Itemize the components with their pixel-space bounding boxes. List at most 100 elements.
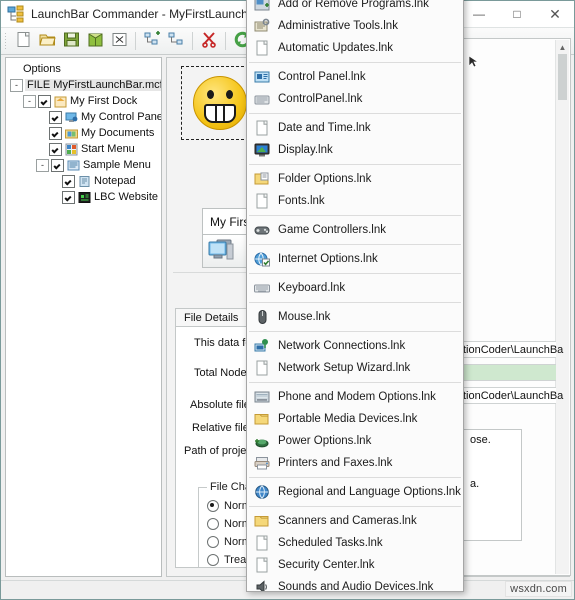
menu-item[interactable]: Scanners and Cameras.lnk	[247, 510, 463, 532]
tree-node-checkbox[interactable]	[62, 174, 75, 188]
smiley-mouth	[204, 104, 236, 123]
menu-item[interactable]: Control Panel.lnk	[247, 66, 463, 88]
tree-expander-icon[interactable]: -	[23, 94, 36, 108]
speaker-icon	[254, 579, 270, 591]
node-tree-icon	[168, 31, 185, 51]
phone-modem-icon	[254, 389, 270, 405]
menu-item-label: Keyboard.lnk	[278, 282, 346, 294]
radio-treat-the-1[interactable]	[207, 553, 219, 566]
menu-item-label: Regional and Language Options.lnk	[278, 486, 461, 498]
menu-item[interactable]: Game Controllers.lnk	[247, 219, 463, 241]
add-node-icon	[144, 31, 161, 51]
background-scrollbar[interactable]: ▲	[555, 40, 569, 574]
close-file-button[interactable]	[108, 30, 130, 52]
menu-item[interactable]: Internet Options.lnk	[247, 248, 463, 270]
tree-node[interactable]: - My First Dock	[8, 93, 161, 109]
notepad-icon	[78, 175, 91, 188]
window-controls: — □ ✕	[460, 1, 574, 27]
menu-item-label: Portable Media Devices.lnk	[278, 413, 418, 425]
menu-item[interactable]: Scheduled Tasks.lnk	[247, 532, 463, 554]
menu-item-label: Scheduled Tasks.lnk	[278, 537, 383, 549]
tree-node-label: LBC Website	[94, 191, 158, 203]
tree-node[interactable]: - Sample Menu	[8, 157, 161, 173]
menu-item[interactable]: Date and Time.lnk	[247, 117, 463, 139]
menu-item[interactable]: Network Connections.lnk	[247, 335, 463, 357]
menu-separator	[249, 215, 461, 216]
menu-item-label: Printers and Faxes.lnk	[278, 457, 393, 469]
tree-node[interactable]: LBC Website	[8, 189, 161, 205]
tree-node-checkbox[interactable]	[49, 142, 62, 156]
menu-item[interactable]: Administrative Tools.lnk	[247, 15, 463, 37]
toolbar-separator-3	[225, 32, 226, 50]
menu-item-label: Power Options.lnk	[278, 435, 372, 447]
toolbar-grip[interactable]	[4, 32, 8, 50]
menu-item[interactable]: Phone and Modem Options.lnk	[247, 386, 463, 408]
scrollbar-thumb[interactable]	[558, 54, 567, 100]
menu-item[interactable]: Keyboard.lnk	[247, 277, 463, 299]
tree-node-checkbox[interactable]	[49, 110, 62, 124]
tab-file-details[interactable]: File Details	[175, 308, 248, 327]
radio-normal-file-2[interactable]	[207, 517, 219, 530]
menu-item[interactable]: Printers and Faxes.lnk	[247, 452, 463, 474]
lnk-context-menu[interactable]: Add or Remove Programs.lnk Administrative…	[246, 0, 464, 592]
add-node-button[interactable]	[141, 30, 163, 52]
tree-node-checkbox[interactable]	[38, 94, 51, 108]
menu-item[interactable]: ControlPanel.lnk	[247, 88, 463, 110]
maximize-button[interactable]: □	[498, 1, 536, 27]
menu-item[interactable]: Sounds and Audio Devices.lnk	[247, 576, 463, 591]
menu-item[interactable]: Display.lnk	[247, 139, 463, 161]
radio-normal-file-3[interactable]	[207, 535, 219, 548]
tree-node-label: FILE MyFirstLaunchBar.mcf	[25, 79, 161, 91]
tree-node[interactable]: Options	[8, 61, 161, 77]
folder-icon	[254, 411, 270, 427]
menu-item[interactable]: Add or Remove Programs.lnk	[247, 0, 463, 15]
tree-node-label: Start Menu	[81, 143, 135, 155]
tree-node[interactable]: My Documents	[8, 125, 161, 141]
open-file-button[interactable]	[36, 30, 58, 52]
menu-item[interactable]: Network Setup Wizard.lnk	[247, 357, 463, 379]
close-box-icon	[111, 31, 128, 51]
menu-item[interactable]: Regional and Language Options.lnk	[247, 481, 463, 503]
menu-separator	[249, 62, 461, 63]
delete-node-button[interactable]	[198, 30, 220, 52]
menu-item[interactable]: Fonts.lnk	[247, 190, 463, 212]
save-as-button[interactable]	[84, 30, 106, 52]
tree-expander-icon[interactable]: -	[10, 78, 23, 92]
node-tree-button[interactable]	[165, 30, 187, 52]
menu-item[interactable]: Folder Options.lnk	[247, 168, 463, 190]
tree-node[interactable]: Notepad	[8, 173, 161, 189]
menu-item[interactable]: Security Center.lnk	[247, 554, 463, 576]
tree-expander-icon[interactable]: -	[36, 158, 49, 172]
menu-item-label: Fonts.lnk	[278, 195, 325, 207]
tree-node[interactable]: - FILE MyFirstLaunchBar.mcf	[8, 77, 161, 93]
project-tree-panel[interactable]: Options - FILE MyFirstLaunchBar.mcf - My Fir…	[5, 57, 162, 577]
close-button[interactable]: ✕	[536, 1, 574, 27]
tree-node[interactable]: My Control Panel	[8, 109, 161, 125]
document-icon	[254, 193, 270, 209]
open-folder-icon	[38, 31, 56, 51]
minimize-button[interactable]: —	[460, 1, 498, 27]
save-file-button[interactable]	[60, 30, 82, 52]
scroll-up-icon[interactable]: ▲	[556, 40, 569, 54]
control-panel-icon	[254, 69, 270, 85]
menu-item[interactable]: Mouse.lnk	[247, 306, 463, 328]
menu-separator	[249, 477, 461, 478]
new-file-button[interactable]	[12, 30, 34, 52]
menu-item-label: Display.lnk	[278, 144, 333, 156]
radio-normal-file-1[interactable]	[207, 499, 219, 512]
tree-node-checkbox[interactable]	[49, 126, 62, 140]
tree-node-checkbox[interactable]	[62, 190, 75, 204]
menu-item[interactable]: Automatic Updates.lnk	[247, 37, 463, 59]
toolbar-separator	[135, 32, 136, 50]
menu-separator	[249, 506, 461, 507]
menu-item-label: Folder Options.lnk	[278, 173, 372, 185]
menu-item-label: Scanners and Cameras.lnk	[278, 515, 417, 527]
description-box: ose. a.	[463, 429, 522, 541]
menu-item[interactable]: Portable Media Devices.lnk	[247, 408, 463, 430]
keyboard-icon	[254, 280, 270, 296]
tree-node[interactable]: Start Menu	[8, 141, 161, 157]
document-icon	[254, 40, 270, 56]
menu-item[interactable]: Power Options.lnk	[247, 430, 463, 452]
tree-node-checkbox[interactable]	[51, 158, 64, 172]
project-tree[interactable]: Options - FILE MyFirstLaunchBar.mcf - My Fir…	[6, 58, 161, 205]
